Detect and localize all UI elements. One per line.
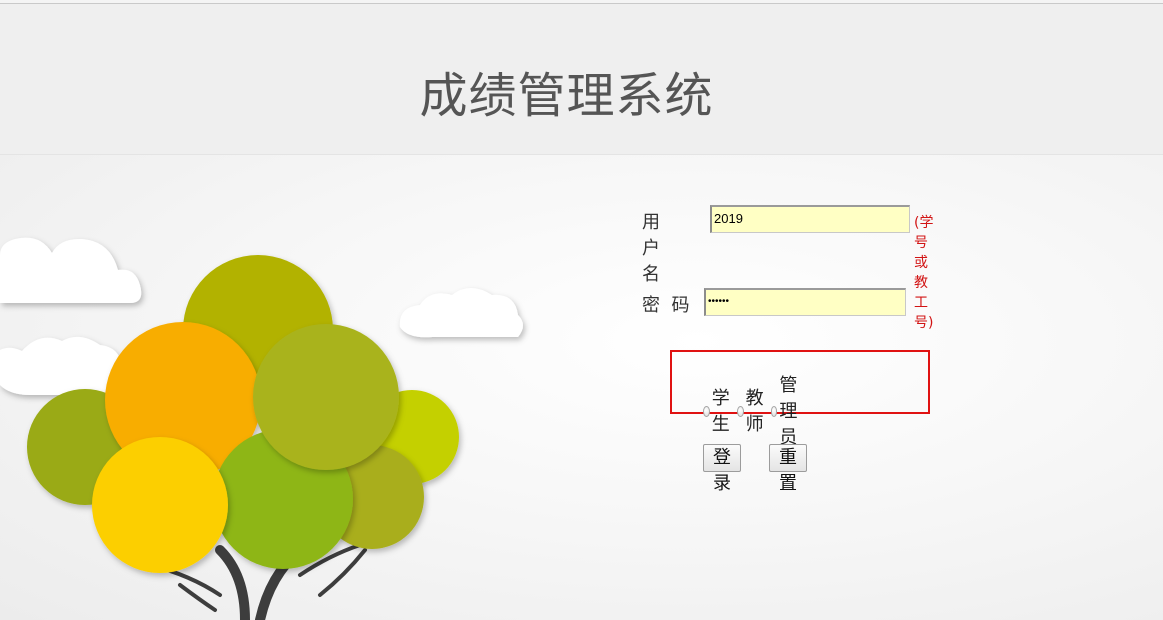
- username-input[interactable]: 2019: [710, 205, 910, 233]
- role-label-student[interactable]: 学生: [712, 384, 731, 436]
- reset-button[interactable]: 重置: [769, 444, 807, 494]
- role-radio-student[interactable]: [703, 405, 710, 417]
- cloud-icon: [0, 237, 142, 303]
- password-input[interactable]: ••••••: [704, 288, 906, 316]
- foliage-circle: [253, 324, 399, 470]
- page-header: 成绩管理系统: [0, 4, 1163, 155]
- username-hint: (学号或教工号): [914, 215, 934, 331]
- role-radio-admin[interactable]: [770, 405, 778, 417]
- role-radio-group: 学生 教师 管理员: [703, 371, 814, 449]
- login-button[interactable]: 登录: [703, 444, 741, 494]
- page-title: 成绩管理系统: [419, 68, 714, 124]
- cloud-icon: [399, 288, 523, 338]
- tree-with-clouds-illustration: [0, 237, 523, 620]
- role-radio-teacher[interactable]: [736, 405, 744, 417]
- password-label: 密 码: [642, 295, 690, 316]
- username-label: 用户名: [642, 212, 660, 285]
- role-label-teacher[interactable]: 教师: [746, 384, 765, 436]
- role-label-admin[interactable]: 管理员: [779, 371, 808, 449]
- foliage-circle: [92, 437, 228, 573]
